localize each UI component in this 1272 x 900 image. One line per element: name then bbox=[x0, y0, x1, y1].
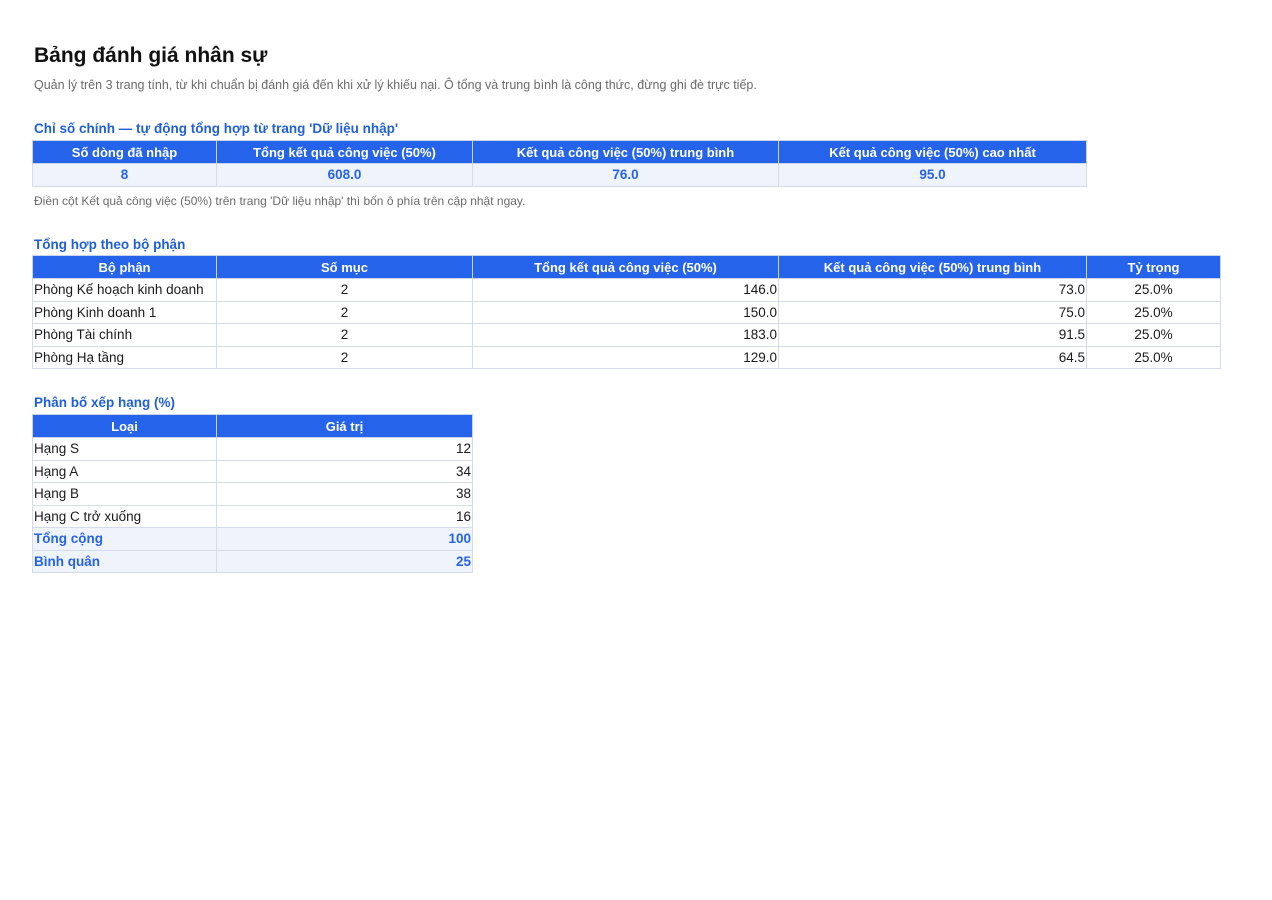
rating-total-row: Tổng cộng 100 bbox=[32, 527, 473, 551]
dept-share-cell[interactable]: 25.0% bbox=[1086, 278, 1221, 302]
rating-type-cell[interactable]: Hạng C trở xuống bbox=[32, 504, 217, 528]
table-row: Hạng A 34 bbox=[32, 459, 473, 483]
dept-count-cell[interactable]: 2 bbox=[216, 300, 473, 324]
kpi-header-max: Kết quả công việc (50%) cao nhất bbox=[778, 140, 1087, 164]
rating-table: Loại Giá trị Hạng S 12 Hạng A 34 Hạng B … bbox=[32, 414, 473, 573]
dept-share-cell[interactable]: 25.0% bbox=[1086, 323, 1221, 347]
kpi-note: Điền cột Kết quả công việc (50%) trên tr… bbox=[34, 194, 526, 208]
rating-type-cell[interactable]: Hạng B bbox=[32, 482, 217, 506]
table-row: Phòng Kế hoạch kinh doanh 2 146.0 73.0 2… bbox=[32, 278, 1221, 302]
dept-header-count: Số mục bbox=[216, 255, 473, 279]
dept-share-cell[interactable]: 25.0% bbox=[1086, 300, 1221, 324]
kpi-max-cell[interactable]: 95.0 bbox=[778, 163, 1087, 187]
dept-count-cell[interactable]: 2 bbox=[216, 278, 473, 302]
department-table: Bộ phận Số mục Tổng kết quả công việc (5… bbox=[32, 255, 1221, 369]
dept-header-total: Tổng kết quả công việc (50%) bbox=[472, 255, 779, 279]
dept-count-cell[interactable]: 2 bbox=[216, 323, 473, 347]
dept-total-cell[interactable]: 129.0 bbox=[472, 345, 779, 369]
rating-value-cell[interactable]: 16 bbox=[216, 504, 473, 528]
kpi-table: Số dòng đã nhập Tổng kết quả công việc (… bbox=[32, 140, 1087, 187]
rating-header-row: Loại Giá trị bbox=[32, 414, 473, 438]
dept-count-cell[interactable]: 2 bbox=[216, 345, 473, 369]
dept-total-cell[interactable]: 183.0 bbox=[472, 323, 779, 347]
dept-total-cell[interactable]: 146.0 bbox=[472, 278, 779, 302]
kpi-header-rows-entered: Số dòng đã nhập bbox=[32, 140, 217, 164]
dept-total-cell[interactable]: 150.0 bbox=[472, 300, 779, 324]
page-title: Bảng đánh giá nhân sự bbox=[34, 44, 268, 67]
dept-header-share: Tỷ trọng bbox=[1086, 255, 1221, 279]
kpi-average-cell[interactable]: 76.0 bbox=[472, 163, 779, 187]
kpi-rows-entered-cell[interactable]: 8 bbox=[32, 163, 217, 187]
kpi-total-cell[interactable]: 608.0 bbox=[216, 163, 473, 187]
dept-average-cell[interactable]: 75.0 bbox=[778, 300, 1087, 324]
dept-header-department: Bộ phận bbox=[32, 255, 217, 279]
rating-header-type: Loại bbox=[32, 414, 217, 438]
rating-header-value: Giá trị bbox=[216, 414, 473, 438]
rating-total-value[interactable]: 100 bbox=[216, 527, 473, 551]
table-row: Hạng C trở xuống 16 bbox=[32, 504, 473, 528]
table-row: Hạng B 38 bbox=[32, 482, 473, 506]
kpi-section-title: Chỉ số chính — tự động tổng hợp từ trang… bbox=[34, 121, 399, 136]
rating-value-cell[interactable]: 34 bbox=[216, 459, 473, 483]
rating-type-cell[interactable]: Hạng A bbox=[32, 459, 217, 483]
dept-name-cell[interactable]: Phòng Tài chính bbox=[32, 323, 217, 347]
dept-share-cell[interactable]: 25.0% bbox=[1086, 345, 1221, 369]
dept-name-cell[interactable]: Phòng Kinh doanh 1 bbox=[32, 300, 217, 324]
rating-section-title: Phân bố xếp hạng (%) bbox=[34, 395, 176, 410]
rating-average-row: Bình quân 25 bbox=[32, 549, 473, 573]
kpi-value-row: 8 608.0 76.0 95.0 bbox=[32, 163, 1087, 187]
kpi-header-total: Tổng kết quả công việc (50%) bbox=[216, 140, 473, 164]
rating-total-label[interactable]: Tổng cộng bbox=[32, 527, 217, 551]
kpi-header-average: Kết quả công việc (50%) trung bình bbox=[472, 140, 779, 164]
table-row: Phòng Kinh doanh 1 2 150.0 75.0 25.0% bbox=[32, 300, 1221, 324]
dept-average-cell[interactable]: 73.0 bbox=[778, 278, 1087, 302]
department-header-row: Bộ phận Số mục Tổng kết quả công việc (5… bbox=[32, 255, 1221, 279]
table-row: Hạng S 12 bbox=[32, 437, 473, 461]
page-description: Quản lý trên 3 trang tính, từ khi chuẩn … bbox=[34, 78, 757, 92]
dept-average-cell[interactable]: 64.5 bbox=[778, 345, 1087, 369]
dept-name-cell[interactable]: Phòng Kế hoạch kinh doanh bbox=[32, 278, 217, 302]
table-row: Phòng Tài chính 2 183.0 91.5 25.0% bbox=[32, 323, 1221, 347]
department-section-title: Tổng hợp theo bộ phận bbox=[34, 237, 186, 252]
rating-average-value[interactable]: 25 bbox=[216, 549, 473, 573]
rating-value-cell[interactable]: 12 bbox=[216, 437, 473, 461]
dept-average-cell[interactable]: 91.5 bbox=[778, 323, 1087, 347]
dept-name-cell[interactable]: Phòng Hạ tầng bbox=[32, 345, 217, 369]
rating-value-cell[interactable]: 38 bbox=[216, 482, 473, 506]
rating-type-cell[interactable]: Hạng S bbox=[32, 437, 217, 461]
kpi-header-row: Số dòng đã nhập Tổng kết quả công việc (… bbox=[32, 140, 1087, 164]
rating-average-label[interactable]: Bình quân bbox=[32, 549, 217, 573]
table-row: Phòng Hạ tầng 2 129.0 64.5 25.0% bbox=[32, 345, 1221, 369]
dept-header-average: Kết quả công việc (50%) trung bình bbox=[778, 255, 1087, 279]
